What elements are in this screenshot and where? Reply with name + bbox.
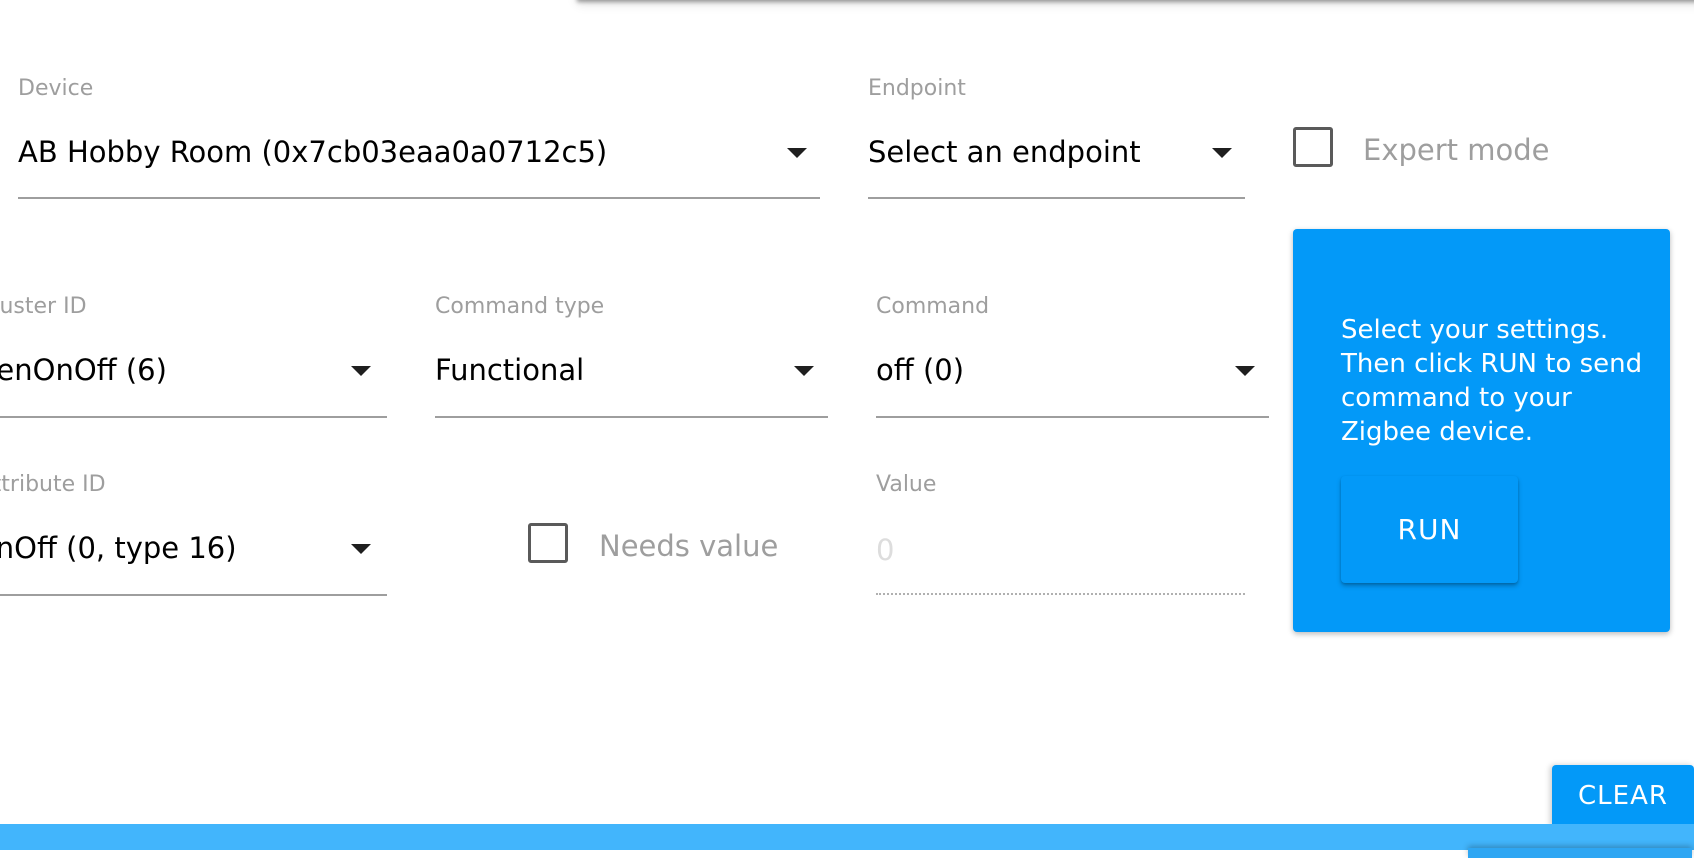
run-button[interactable]: RUN — [1341, 476, 1518, 583]
bottom-bar — [0, 824, 1694, 850]
chevron-down-icon — [1212, 148, 1232, 158]
chevron-down-icon — [1235, 366, 1255, 376]
run-card: Select your settings. Then click RUN to … — [1293, 229, 1670, 632]
device-value: AB Hobby Room (0x7cb03eaa0a0712c5) — [18, 135, 608, 169]
cluster-id-field: Cluster ID genOnOff (6) — [0, 296, 387, 421]
clear-button[interactable]: CLEAR — [1552, 765, 1694, 827]
command-type-label: Command type — [435, 294, 605, 319]
expert-mode-label: Expert mode — [1363, 133, 1550, 167]
attribute-id-underline — [0, 594, 387, 596]
run-instructions: Select your settings. Then click RUN to … — [1341, 315, 1643, 447]
needs-value-toggle[interactable]: Needs value — [528, 523, 828, 567]
expert-mode-checkbox[interactable] — [1293, 127, 1333, 167]
attribute-id-field: Attribute ID onOff (0, type 16) — [0, 474, 387, 599]
endpoint-underline — [868, 197, 1245, 199]
chevron-down-icon — [351, 366, 371, 376]
cluster-id-value: genOnOff (6) — [0, 353, 167, 387]
value-input[interactable] — [876, 532, 1245, 568]
command-type-underline — [435, 416, 828, 418]
value-label: Value — [876, 472, 937, 497]
device-label: Device — [18, 76, 94, 101]
value-underline — [876, 593, 1245, 595]
command-label: Command — [876, 294, 990, 319]
cluster-id-label: Cluster ID — [0, 294, 87, 319]
command-select[interactable]: off (0) — [876, 346, 1269, 418]
command-type-field: Command type Functional — [435, 296, 828, 421]
cluster-id-select[interactable]: genOnOff (6) — [0, 346, 387, 418]
command-underline — [876, 416, 1269, 418]
chevron-down-icon — [351, 544, 371, 554]
attribute-id-label: Attribute ID — [0, 472, 106, 497]
device-underline — [18, 197, 820, 199]
attribute-id-select[interactable]: onOff (0, type 16) — [0, 524, 387, 596]
endpoint-select[interactable]: Select an endpoint — [868, 128, 1245, 200]
value-field: Value — [876, 474, 1245, 599]
chevron-down-icon — [794, 366, 814, 376]
device-field: Device AB Hobby Room (0x7cb03eaa0a0712c5… — [18, 78, 820, 203]
device-select[interactable]: AB Hobby Room (0x7cb03eaa0a0712c5) — [18, 128, 820, 200]
endpoint-field: Endpoint Select an endpoint — [868, 78, 1245, 203]
command-type-select[interactable]: Functional — [435, 346, 828, 418]
command-field: Command off (0) — [876, 296, 1269, 421]
needs-value-label: Needs value — [599, 529, 779, 563]
chevron-down-icon — [787, 148, 807, 158]
command-value: off (0) — [876, 353, 965, 387]
cluster-id-underline — [0, 416, 387, 418]
endpoint-label: Endpoint — [868, 76, 966, 101]
attribute-id-value: onOff (0, type 16) — [0, 531, 237, 565]
expert-mode-toggle[interactable]: Expert mode — [1293, 127, 1593, 171]
endpoint-value: Select an endpoint — [868, 135, 1141, 169]
needs-value-checkbox[interactable] — [528, 523, 568, 563]
command-type-value: Functional — [435, 353, 585, 387]
